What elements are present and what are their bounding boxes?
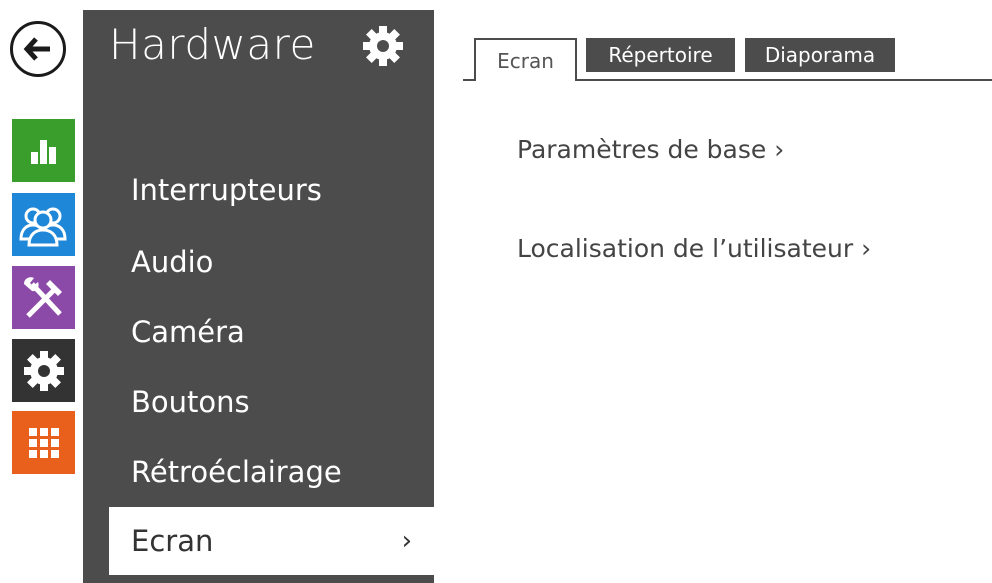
- gear-icon: [363, 26, 403, 66]
- menu-item-label: Boutons: [131, 385, 250, 419]
- settings-button[interactable]: [361, 24, 405, 68]
- menu-item-label: Caméra: [131, 315, 245, 349]
- menu-item-boutons[interactable]: Boutons: [83, 368, 434, 436]
- rail-system-button[interactable]: [12, 411, 75, 474]
- menu-item-camera[interactable]: Caméra: [83, 298, 434, 366]
- hardware-menu-panel: Hardware Interrupteurs Audio Caméra Bout…: [83, 10, 434, 583]
- back-button[interactable]: [10, 21, 66, 77]
- menu-item-label: Ecran: [131, 524, 214, 558]
- chevron-right-icon: ›: [401, 526, 412, 556]
- rail-status-button[interactable]: [12, 119, 75, 182]
- icon-rail: [0, 0, 80, 583]
- tools-icon: [23, 276, 62, 318]
- menu-item-label: Interrupteurs: [131, 173, 322, 207]
- rail-directory-button[interactable]: [12, 193, 75, 256]
- tab-ecran[interactable]: Ecran: [474, 38, 577, 81]
- menu-item-interrupteurs[interactable]: Interrupteurs: [83, 156, 434, 224]
- bar-chart-icon: [30, 139, 56, 164]
- menu-item-retroeclairage[interactable]: Rétroéclairage: [83, 438, 434, 506]
- gear-icon: [23, 350, 64, 391]
- menu-item-audio[interactable]: Audio: [83, 228, 434, 296]
- users-icon: [18, 207, 67, 246]
- link-localisation-utilisateur[interactable]: Localisation de l’utilisateur ›: [517, 234, 871, 263]
- grid-icon: [28, 427, 59, 458]
- tab-bar: Ecran Répertoire Diaporama: [463, 35, 992, 81]
- rail-hardware-button[interactable]: [12, 339, 75, 402]
- app-root: Hardware Interrupteurs Audio Caméra Bout…: [0, 0, 992, 583]
- menu-item-label: Rétroéclairage: [131, 455, 342, 489]
- menu-item-label: Audio: [131, 245, 214, 279]
- link-parametres-de-base[interactable]: Paramètres de base ›: [517, 135, 784, 164]
- page-title: Hardware: [109, 20, 316, 69]
- tab-diaporama[interactable]: Diaporama: [745, 38, 895, 72]
- rail-services-button[interactable]: [12, 266, 75, 329]
- menu-item-ecran[interactable]: Ecran ›: [109, 507, 434, 575]
- tab-repertoire[interactable]: Répertoire: [586, 38, 735, 72]
- arrow-left-icon: [23, 37, 50, 61]
